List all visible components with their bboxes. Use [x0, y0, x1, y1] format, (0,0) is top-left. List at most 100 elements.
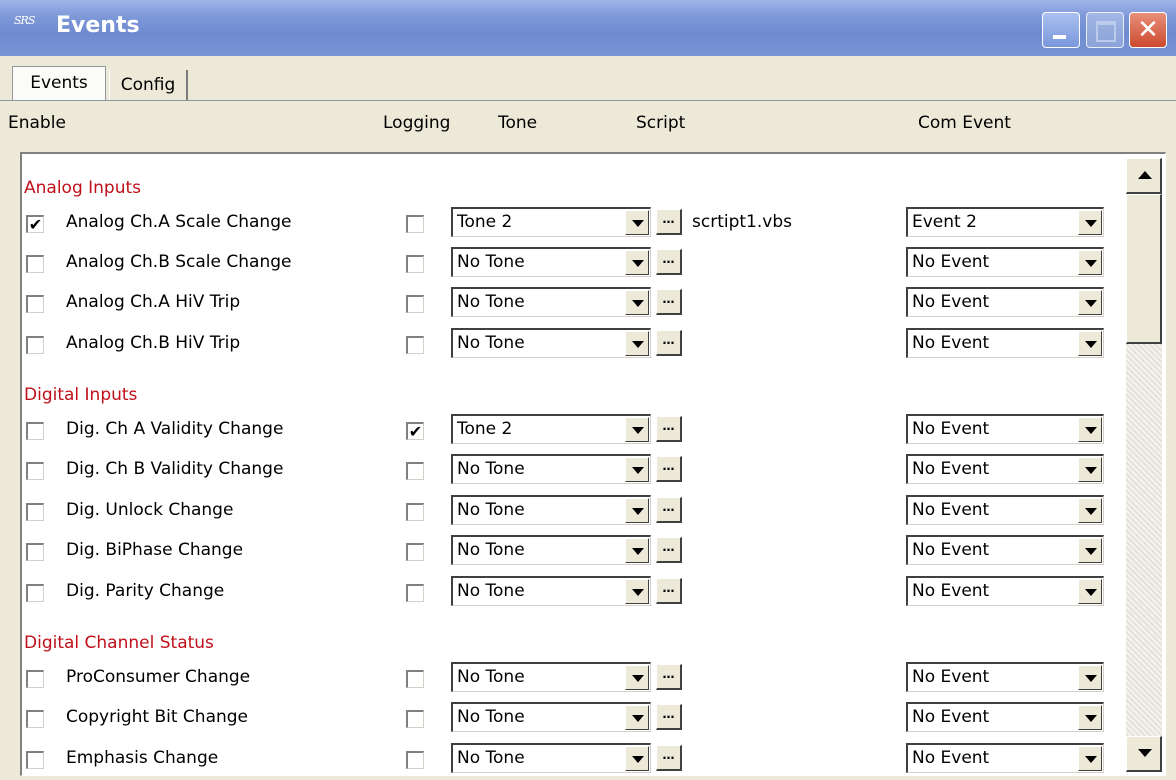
enable-checkbox[interactable]	[26, 670, 44, 688]
com-event-select[interactable]: No Event	[906, 454, 1104, 484]
logging-checkbox[interactable]	[406, 710, 424, 728]
chevron-down-icon[interactable]	[625, 746, 649, 771]
maximize-button[interactable]	[1086, 12, 1124, 48]
browse-script-button[interactable]: …	[656, 578, 682, 604]
tone-select[interactable]: No Tone	[451, 328, 651, 358]
enable-checkbox[interactable]	[26, 422, 44, 440]
browse-script-button[interactable]: …	[656, 289, 682, 315]
chevron-down-icon[interactable]	[625, 290, 649, 315]
enable-checkbox[interactable]: ✔	[26, 215, 44, 233]
enable-checkbox[interactable]	[26, 462, 44, 480]
com-event-select[interactable]: Event 2	[906, 207, 1104, 237]
browse-script-button[interactable]: …	[656, 456, 682, 482]
browse-script-button[interactable]: …	[656, 664, 682, 690]
chevron-down-icon[interactable]	[625, 538, 649, 563]
event-label: Dig. Unlock Change	[66, 500, 234, 520]
chevron-down-icon[interactable]	[625, 331, 649, 356]
scroll-down-button[interactable]	[1126, 736, 1162, 772]
com-event-select[interactable]: No Event	[906, 743, 1104, 773]
browse-script-button[interactable]: …	[656, 209, 682, 235]
chevron-down-icon[interactable]	[1078, 290, 1102, 315]
browse-script-button[interactable]: …	[656, 249, 682, 275]
tone-select[interactable]: Tone 2	[451, 414, 651, 444]
chevron-down-icon[interactable]	[625, 705, 649, 730]
com-event-select[interactable]: No Event	[906, 328, 1104, 358]
vertical-scrollbar[interactable]	[1126, 158, 1162, 772]
chevron-down-icon[interactable]	[1078, 498, 1102, 523]
title-bar[interactable]: SRS Events ✕	[0, 0, 1176, 56]
app-logo-icon: SRS	[14, 14, 35, 27]
logging-checkbox[interactable]	[406, 751, 424, 769]
chevron-down-icon[interactable]	[625, 457, 649, 482]
logging-checkbox[interactable]	[406, 584, 424, 602]
chevron-down-icon[interactable]	[625, 210, 649, 235]
header-script: Script	[636, 113, 686, 133]
com-event-select[interactable]: No Event	[906, 702, 1104, 732]
logging-checkbox[interactable]	[406, 295, 424, 313]
enable-checkbox[interactable]	[26, 751, 44, 769]
tone-select[interactable]: Tone 2	[451, 207, 651, 237]
chevron-down-icon[interactable]	[625, 579, 649, 604]
chevron-down-icon[interactable]	[1078, 746, 1102, 771]
com-event-select[interactable]: No Event	[906, 535, 1104, 565]
browse-script-button[interactable]: …	[656, 745, 682, 771]
logging-checkbox[interactable]	[406, 462, 424, 480]
com-event-select[interactable]: No Event	[906, 576, 1104, 606]
chevron-down-icon[interactable]	[1078, 579, 1102, 604]
event-label: Dig. Ch B Validity Change	[66, 459, 284, 479]
browse-script-button[interactable]: …	[656, 497, 682, 523]
com-event-select[interactable]: No Event	[906, 495, 1104, 525]
tab-config[interactable]: Config	[109, 70, 188, 100]
browse-script-button[interactable]: …	[656, 704, 682, 730]
chevron-down-icon[interactable]	[1078, 665, 1102, 690]
tone-select[interactable]: No Tone	[451, 702, 651, 732]
tone-select[interactable]: No Tone	[451, 454, 651, 484]
com-event-select[interactable]: No Event	[906, 287, 1104, 317]
com-event-select[interactable]: No Event	[906, 662, 1104, 692]
minimize-button[interactable]	[1042, 12, 1080, 48]
enable-checkbox[interactable]	[26, 584, 44, 602]
enable-checkbox[interactable]	[26, 255, 44, 273]
chevron-down-icon[interactable]	[1078, 457, 1102, 482]
browse-script-button[interactable]: …	[656, 330, 682, 356]
chevron-down-icon[interactable]	[1078, 210, 1102, 235]
chevron-down-icon[interactable]	[1078, 538, 1102, 563]
tone-select[interactable]: No Tone	[451, 576, 651, 606]
logging-checkbox[interactable]	[406, 670, 424, 688]
chevron-down-icon[interactable]	[1078, 331, 1102, 356]
logging-checkbox[interactable]	[406, 255, 424, 273]
tone-select[interactable]: No Tone	[451, 535, 651, 565]
chevron-down-icon[interactable]	[625, 498, 649, 523]
chevron-down-icon[interactable]	[625, 665, 649, 690]
tone-value: No Tone	[457, 500, 525, 520]
tone-select[interactable]: No Tone	[451, 495, 651, 525]
tone-select[interactable]: No Tone	[451, 743, 651, 773]
enable-checkbox[interactable]	[26, 543, 44, 561]
chevron-down-icon[interactable]	[625, 250, 649, 275]
com-event-select[interactable]: No Event	[906, 247, 1104, 277]
chevron-down-icon[interactable]	[1078, 250, 1102, 275]
event-label: Dig. Ch A Validity Change	[66, 419, 284, 439]
chevron-down-icon[interactable]	[625, 417, 649, 442]
logging-checkbox[interactable]	[406, 215, 424, 233]
enable-checkbox[interactable]	[26, 710, 44, 728]
logging-checkbox[interactable]: ✔	[406, 422, 424, 440]
close-button[interactable]: ✕	[1129, 12, 1167, 48]
tab-events[interactable]: Events	[12, 66, 106, 100]
tone-select[interactable]: No Tone	[451, 247, 651, 277]
chevron-down-icon[interactable]	[1078, 705, 1102, 730]
tone-select[interactable]: No Tone	[451, 662, 651, 692]
chevron-down-icon[interactable]	[1078, 417, 1102, 442]
com-event-select[interactable]: No Event	[906, 414, 1104, 444]
logging-checkbox[interactable]	[406, 543, 424, 561]
enable-checkbox[interactable]	[26, 295, 44, 313]
enable-checkbox[interactable]	[26, 336, 44, 354]
scroll-thumb[interactable]	[1126, 194, 1162, 344]
tone-select[interactable]: No Tone	[451, 287, 651, 317]
browse-script-button[interactable]: …	[656, 416, 682, 442]
logging-checkbox[interactable]	[406, 336, 424, 354]
browse-script-button[interactable]: …	[656, 537, 682, 563]
scroll-up-button[interactable]	[1126, 158, 1162, 194]
logging-checkbox[interactable]	[406, 503, 424, 521]
enable-checkbox[interactable]	[26, 503, 44, 521]
